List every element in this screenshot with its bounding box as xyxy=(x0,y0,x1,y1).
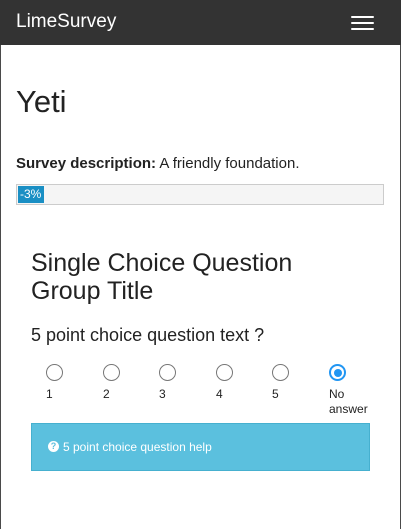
question-text: 5 point choice question text ? xyxy=(31,325,265,345)
radio-4[interactable] xyxy=(216,364,233,381)
radio-1[interactable] xyxy=(46,364,63,381)
group-title: Single Choice Question Group Title xyxy=(31,249,293,305)
answer-label-no-answer: No answer xyxy=(329,387,368,416)
answer-option-1[interactable]: 1 xyxy=(46,364,106,402)
radio-5[interactable] xyxy=(272,364,289,381)
answer-label-1: 1 xyxy=(46,387,53,401)
answer-label-2: 2 xyxy=(103,387,110,401)
navbar: LimeSurvey xyxy=(0,0,401,45)
answer-option-5[interactable]: 5 xyxy=(272,364,332,402)
answer-label-3: 3 xyxy=(159,387,166,401)
question-circle-icon: ? xyxy=(48,441,59,452)
progress-fill: -3% xyxy=(18,186,44,203)
survey-description-label: Survey description: xyxy=(16,155,157,172)
answer-option-2[interactable]: 2 xyxy=(103,364,163,402)
answer-option-4[interactable]: 4 xyxy=(216,364,276,402)
survey-description-text: A friendly foundation. xyxy=(159,155,300,172)
radio-no-answer[interactable] xyxy=(329,364,346,381)
progress-bar: -3% xyxy=(16,184,384,205)
survey-description: Survey description: A friendly foundatio… xyxy=(16,155,300,172)
answer-option-3[interactable]: 3 xyxy=(159,364,219,402)
answer-option-no-answer[interactable]: No answer xyxy=(329,364,374,417)
survey-title: Yeti xyxy=(16,84,67,119)
hamburger-icon[interactable] xyxy=(351,14,374,32)
answer-label-5: 5 xyxy=(272,387,279,401)
brand-link[interactable]: LimeSurvey xyxy=(16,11,116,33)
question-help-text: 5 point choice question help xyxy=(63,440,212,454)
radio-3[interactable] xyxy=(159,364,176,381)
answer-label-4: 4 xyxy=(216,387,223,401)
radio-2[interactable] xyxy=(103,364,120,381)
question-help: ? 5 point choice question help xyxy=(31,423,370,471)
